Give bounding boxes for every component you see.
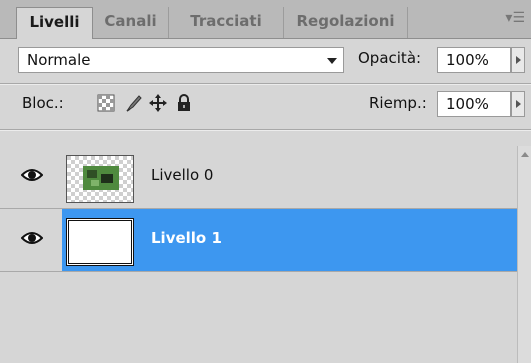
eye-icon [21,169,43,181]
opacity-arrow-button[interactable] [511,47,525,73]
lock-transparent-pixels-icon[interactable] [96,93,116,113]
layer-thumbnail [66,218,134,266]
layer-name: Livello 1 [151,229,222,247]
tab-tracciati[interactable]: Tracciati [169,7,284,38]
fill-field[interactable]: 100% [437,91,511,117]
blend-mode-select[interactable]: Normale [18,47,344,73]
blend-opacity-row: Normale Opacità: 100% [0,39,531,81]
visibility-toggle[interactable] [0,209,62,271]
opacity-field[interactable]: 100% [437,47,511,73]
scroll-up-icon[interactable] [521,152,529,157]
lock-label: Bloc.: [22,94,64,112]
lock-image-pixels-icon[interactable] [124,93,144,113]
layer-thumbnail-image [67,156,133,202]
opacity-label: Opacità: [358,49,422,67]
layer-row[interactable]: Livello 1 [0,209,518,272]
divider [0,130,531,131]
fill-label: Riemp.: [369,94,427,112]
layer-row[interactable]: Livello 0 [0,146,518,209]
panel-tab-bar: Livelli Canali Tracciati Regolazioni ▾☰ [0,0,531,39]
panel-menu-icon[interactable]: ▾☰ [505,10,525,26]
layer-thumbnail [66,155,134,203]
layers-scrollbar[interactable] [517,146,531,363]
blend-mode-value: Normale [27,51,91,69]
tab-canali[interactable]: Canali [93,7,169,38]
tab-livelli[interactable]: Livelli [16,7,93,39]
fill-arrow-button[interactable] [511,91,525,117]
eye-icon [21,232,43,244]
visibility-toggle[interactable] [0,146,62,208]
lock-all-icon[interactable] [174,93,194,113]
layers-list: Livello 0 Livello 1 [0,146,518,363]
chevron-down-icon [327,58,337,64]
layers-panel: Livelli Canali Tracciati Regolazioni ▾☰ … [0,0,531,363]
lock-fill-row: Bloc.: Riemp.: 100% [0,82,531,124]
lock-position-icon[interactable] [148,93,168,113]
layer-name: Livello 0 [151,166,214,184]
tab-regolazioni[interactable]: Regolazioni [284,7,408,38]
